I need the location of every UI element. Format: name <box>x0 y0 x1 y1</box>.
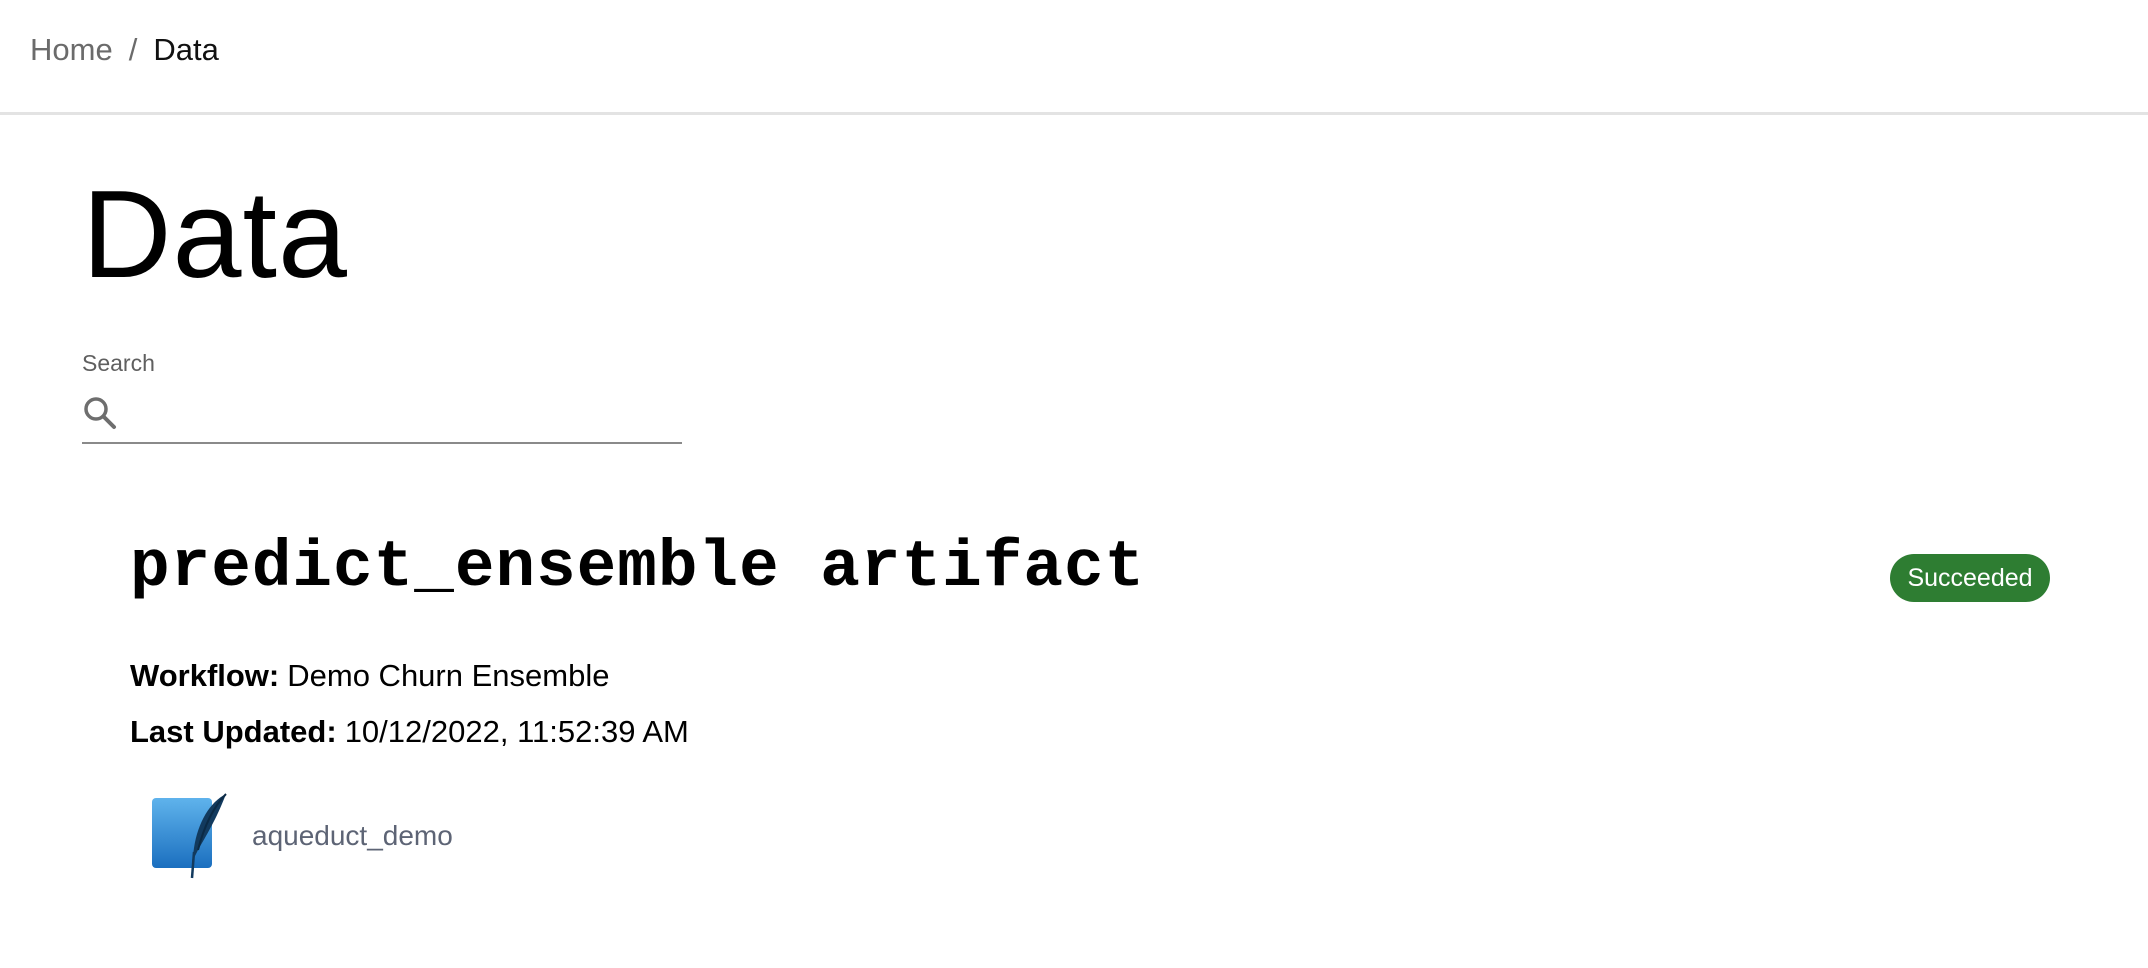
integration-name: aqueduct_demo <box>252 820 453 851</box>
breadcrumb: Home / Data <box>30 30 219 70</box>
search-input[interactable] <box>128 388 682 438</box>
breadcrumb-current: Data <box>153 32 219 67</box>
integration-link[interactable]: aqueduct_demo <box>150 792 453 880</box>
search-field <box>82 384 682 444</box>
last-updated-row: Last Updated: 10/12/2022, 11:52:39 AM <box>130 712 689 752</box>
workflow-row: Workflow: Demo Churn Ensemble <box>130 656 609 696</box>
page-title: Data <box>82 166 348 304</box>
top-bar: Home / Data <box>0 0 2148 115</box>
workflow-label: Workflow: <box>130 658 280 693</box>
breadcrumb-separator: / <box>128 32 138 67</box>
search-icon <box>82 395 118 431</box>
last-updated-value: 10/12/2022, 11:52:39 AM <box>344 714 689 749</box>
last-updated-label: Last Updated: <box>130 714 337 749</box>
sqlite-icon <box>150 792 232 880</box>
breadcrumb-home-link[interactable]: Home <box>30 30 113 70</box>
workflow-value: Demo Churn Ensemble <box>287 658 610 693</box>
search-label: Search <box>82 350 155 376</box>
artifact-title: predict_ensemble artifact <box>130 530 1146 605</box>
status-badge: Succeeded <box>1890 554 2050 602</box>
